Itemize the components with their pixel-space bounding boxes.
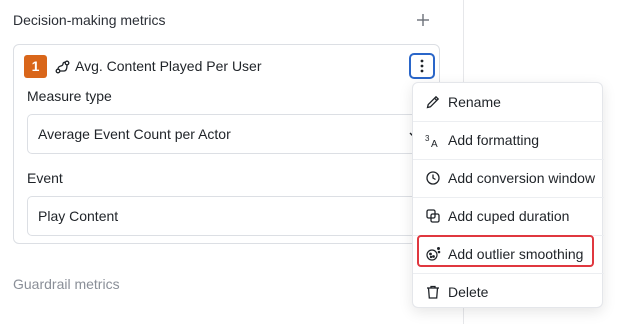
clock-icon bbox=[425, 170, 441, 186]
metric-card: 1 Avg. Content Played Per User Measure t… bbox=[13, 44, 440, 244]
svg-text:3: 3 bbox=[425, 134, 430, 143]
formatting-icon: 3 A bbox=[425, 132, 441, 150]
metric-index-badge: 1 bbox=[24, 55, 47, 78]
cuped-icon bbox=[425, 208, 441, 224]
metric-options-menu: Rename 3 A Add formatting Add conversion… bbox=[412, 82, 604, 311]
menu-item-label: Delete bbox=[448, 284, 489, 300]
plus-icon[interactable] bbox=[414, 11, 432, 29]
menu-item-add-conversion-window[interactable]: Add conversion window bbox=[413, 159, 604, 197]
menu-item-label: Rename bbox=[448, 94, 501, 110]
menu-item-delete[interactable]: Delete bbox=[413, 273, 604, 311]
menu-item-label: Add outlier smoothing bbox=[448, 246, 584, 262]
measure-type-value: Average Event Count per Actor bbox=[38, 126, 231, 142]
metrics-panel: Decision-making metrics 1 Avg. Content P… bbox=[0, 0, 464, 324]
section-title: Decision-making metrics bbox=[13, 12, 166, 28]
svg-text:A: A bbox=[431, 139, 438, 148]
metric-name: Avg. Content Played Per User bbox=[75, 58, 262, 74]
measure-type-label: Measure type bbox=[27, 88, 112, 104]
event-label: Event bbox=[27, 170, 63, 186]
menu-item-label: Add cuped duration bbox=[448, 208, 570, 224]
pencil-icon bbox=[425, 94, 441, 110]
menu-item-label: Add conversion window bbox=[448, 170, 596, 186]
menu-item-rename[interactable]: Rename bbox=[413, 83, 604, 121]
menu-item-add-cuped-duration[interactable]: Add cuped duration bbox=[413, 197, 604, 235]
menu-item-add-formatting[interactable]: 3 A Add formatting bbox=[413, 121, 604, 159]
kebab-icon bbox=[420, 59, 424, 73]
measure-type-select[interactable]: Average Event Count per Actor bbox=[27, 114, 429, 154]
app-root: Decision-making metrics 1 Avg. Content P… bbox=[0, 0, 629, 324]
more-options-button[interactable] bbox=[409, 53, 435, 79]
event-flow-icon bbox=[55, 59, 71, 75]
menu-item-add-outlier-smoothing[interactable]: Add outlier smoothing bbox=[413, 235, 604, 273]
outlier-icon bbox=[425, 246, 441, 262]
trash-icon bbox=[425, 284, 441, 300]
guardrail-section-title: Guardrail metrics bbox=[13, 276, 120, 292]
event-value: Play Content bbox=[38, 208, 119, 224]
event-select[interactable]: Play Content bbox=[27, 196, 429, 236]
menu-item-label: Add formatting bbox=[448, 132, 540, 148]
